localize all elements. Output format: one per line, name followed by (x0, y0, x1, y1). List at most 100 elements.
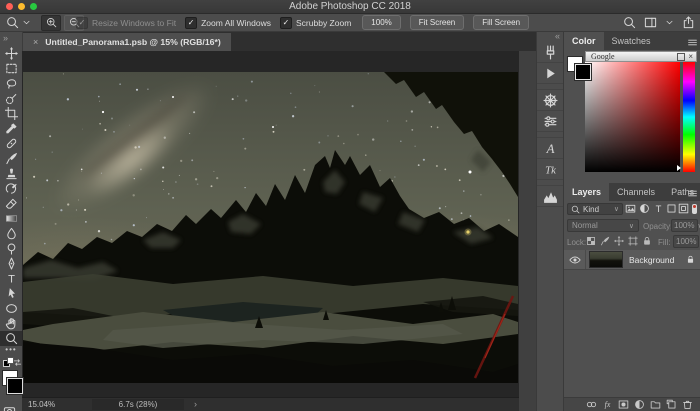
zoom-tool[interactable] (0, 331, 22, 346)
hand-tool[interactable] (0, 316, 22, 331)
layer-row-background[interactable]: Background (564, 250, 700, 270)
layer-filter-kind-dropdown[interactable]: Kind ∨ (567, 203, 623, 215)
layer-filter-toggle[interactable] (692, 204, 697, 214)
brush-tool[interactable] (0, 151, 22, 166)
typekit-panel-button[interactable]: Tk (537, 159, 564, 180)
resize-windows-to-fit-checkbox[interactable]: ✓ Resize Windows to Fit (76, 17, 176, 29)
layer-thumbnail[interactable] (589, 251, 623, 268)
new-layer-icon[interactable] (666, 399, 677, 410)
document-tab[interactable]: × Untitled_Panorama1.psb @ 15% (RGB/16*) (23, 33, 231, 51)
expand-toolbar-chevrons[interactable]: » (0, 32, 22, 46)
panel-background-swatch[interactable] (575, 64, 591, 80)
move-tool[interactable] (0, 46, 22, 61)
hue-slider[interactable] (683, 62, 695, 172)
workspace-icon[interactable] (644, 16, 657, 29)
dodge-tool[interactable] (0, 241, 22, 256)
tab-channels[interactable]: Channels (609, 183, 663, 201)
lock-artboard-icon[interactable] (628, 236, 638, 246)
add-layer-mask-icon[interactable] (618, 399, 629, 410)
filter-shape-layers-icon[interactable] (666, 203, 677, 214)
close-tab-icon[interactable]: × (33, 37, 38, 47)
fit-screen-button[interactable]: Fit Screen (410, 15, 464, 30)
hue-slider-marker[interactable] (677, 165, 681, 171)
google-floating-window[interactable]: Google × (585, 51, 697, 62)
zoom-in-button[interactable] (41, 15, 61, 31)
opacity-label: Opacity: (643, 222, 672, 231)
default-colors-widget[interactable] (0, 356, 22, 368)
clone-stamp-tool[interactable] (0, 166, 22, 181)
lock-transparent-pixels-icon[interactable] (586, 236, 596, 246)
navigator-panel-button[interactable] (537, 90, 564, 111)
maximize-window-icon[interactable] (677, 53, 685, 61)
status-options-chevron[interactable]: › (194, 399, 197, 409)
color-panel-body: Google × (564, 50, 700, 183)
filter-smart-objects-icon[interactable] (678, 203, 689, 214)
new-group-icon[interactable] (650, 399, 661, 410)
tab-layers[interactable]: Layers (564, 183, 609, 201)
panel-menu-icon[interactable] (687, 188, 698, 199)
lasso-tool[interactable] (0, 76, 22, 91)
blur-tool[interactable] (0, 226, 22, 241)
glyphs-panel-button[interactable]: A (537, 138, 564, 159)
zoom-all-windows-checkbox[interactable]: ✓ Zoom All Windows (185, 17, 271, 29)
lock-image-pixels-icon[interactable] (600, 236, 610, 246)
background-color-swatch[interactable] (7, 378, 23, 394)
fill-screen-button[interactable]: Fill Screen (473, 15, 529, 30)
actions-panel-button[interactable] (537, 63, 564, 84)
history-brush-tool[interactable] (0, 181, 22, 196)
tools-panel: » T ••• (0, 32, 23, 411)
scrubby-zoom-checkbox[interactable]: ✓ Scrubby Zoom (280, 17, 351, 29)
panel-menu-icon[interactable] (687, 37, 698, 48)
share-icon[interactable] (682, 16, 695, 29)
opacity-dropdown[interactable]: 100% ∨ (671, 219, 698, 232)
new-adjustment-layer-icon[interactable] (634, 399, 645, 410)
search-icon[interactable] (623, 16, 636, 29)
blend-mode-dropdown[interactable]: Normal ∨ (567, 219, 639, 232)
fill-dropdown[interactable]: 100% ∨ (673, 235, 699, 248)
pen-tool[interactable] (0, 256, 22, 271)
delete-layer-icon[interactable] (682, 399, 693, 410)
quick-mask-button[interactable] (3, 405, 22, 411)
type-tool[interactable]: T (0, 271, 22, 286)
shape-tool[interactable] (0, 301, 22, 316)
filter-pixel-layers-icon[interactable] (625, 203, 636, 214)
link-layers-icon[interactable] (586, 399, 597, 410)
saturation-brightness-field[interactable] (585, 62, 680, 172)
edit-toolbar-ellipsis[interactable]: ••• (0, 346, 22, 356)
workspace-chevron-icon[interactable] (665, 18, 674, 27)
brush-settings-panel-button[interactable] (537, 42, 564, 63)
tab-swatches[interactable]: Swatches (604, 32, 659, 50)
close-window-icon[interactable]: × (688, 54, 693, 60)
lock-all-icon[interactable] (642, 236, 652, 246)
svg-text:fx: fx (605, 400, 611, 409)
filter-type-layers-icon[interactable]: T (653, 203, 664, 214)
svg-text:T: T (8, 274, 15, 285)
document-status-bar: 15.04% 6.7s (28%) › (22, 397, 519, 411)
quick-select-tool[interactable] (0, 91, 22, 106)
panel-dock: Color Swatches Google × Layers Channels … (563, 32, 700, 411)
filter-adjustment-layers-icon[interactable] (639, 203, 650, 214)
histogram-panel-button[interactable] (537, 186, 564, 207)
chevron-down-icon: ∨ (629, 222, 634, 230)
crop-tool[interactable] (0, 106, 22, 121)
layer-style-fx-icon[interactable]: fx (602, 399, 613, 410)
swap-colors-icon[interactable] (13, 358, 22, 367)
eraser-tool[interactable] (0, 196, 22, 211)
eyedropper-tool[interactable] (0, 121, 22, 136)
foreground-background-swatches[interactable] (0, 368, 22, 404)
gradient-tool[interactable] (0, 211, 22, 226)
zoom-100-button[interactable]: 100% (362, 15, 400, 30)
zoom-percentage-field[interactable]: 15.04% (28, 400, 55, 409)
healing-tool[interactable] (0, 136, 22, 151)
tab-color[interactable]: Color (564, 32, 604, 50)
path-select-tool[interactable] (0, 286, 22, 301)
blend-mode-row: Normal ∨ Opacity: 100% ∨ (564, 217, 700, 234)
properties-panel-button[interactable] (537, 111, 564, 132)
collapse-dock-chevrons[interactable]: « (537, 32, 564, 42)
tool-preset-chevron-icon[interactable] (22, 18, 31, 27)
layer-visibility-toggle[interactable] (564, 250, 586, 269)
status-info-field[interactable]: 6.7s (28%) (92, 399, 184, 410)
canvas-image[interactable] (23, 72, 518, 383)
marquee-tool[interactable] (0, 61, 22, 76)
lock-position-icon[interactable] (614, 236, 624, 246)
